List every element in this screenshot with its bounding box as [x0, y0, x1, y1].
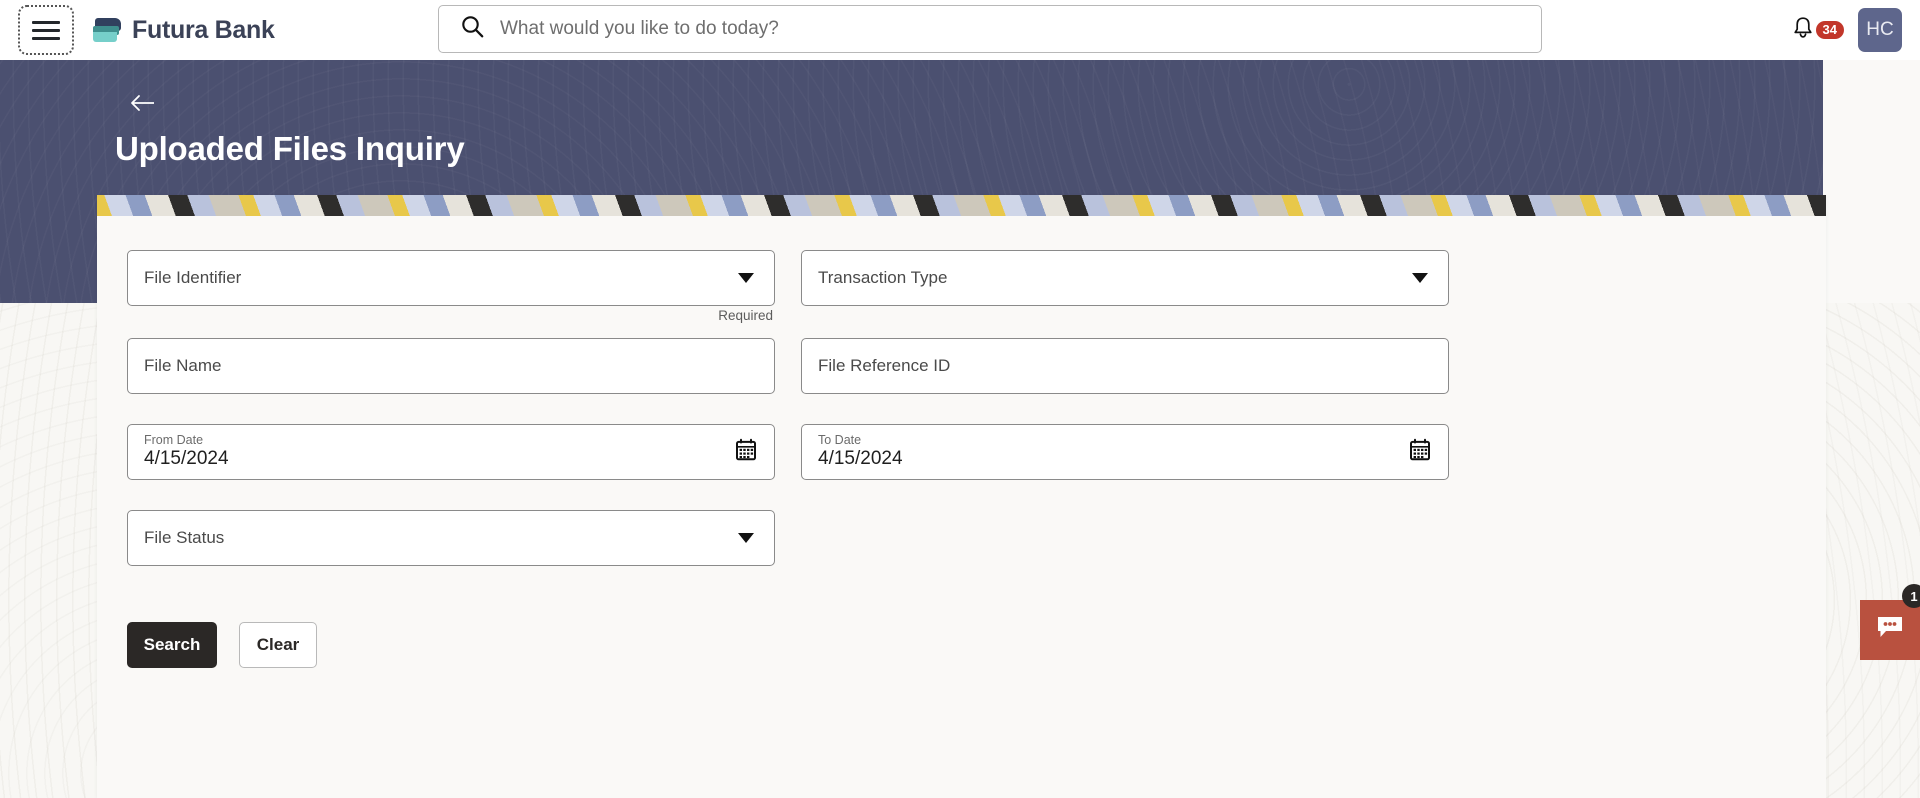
chat-bubble-icon — [1875, 615, 1905, 646]
chevron-down-icon — [1412, 273, 1428, 283]
card-decorative-strip — [97, 195, 1826, 216]
form-row-1: File Identifier Required Transaction Typ… — [127, 250, 1796, 323]
search-icon — [461, 15, 484, 43]
brand[interactable]: Futura Bank — [92, 16, 275, 45]
transaction-type-select[interactable]: Transaction Type — [801, 250, 1449, 306]
form-col-to-date: To Date 4/15/2024 — [801, 424, 1449, 480]
search-input[interactable] — [498, 17, 1527, 41]
clear-button[interactable]: Clear — [239, 622, 317, 668]
form-col-empty — [801, 510, 1449, 566]
chevron-down-icon — [738, 533, 754, 543]
bell-icon — [1792, 16, 1814, 45]
page-title: Uploaded Files Inquiry — [115, 130, 465, 167]
form-col-file-reference-id: File Reference ID — [801, 338, 1449, 394]
notification-count-badge: 34 — [1815, 21, 1844, 39]
hamburger-bar — [32, 20, 60, 24]
header-actions: 34 HC — [1792, 0, 1902, 60]
from-date-value: 4/15/2024 — [144, 447, 229, 469]
file-status-label: File Status — [144, 528, 225, 547]
file-name-label: File Name — [144, 356, 222, 375]
search-button[interactable]: Search — [127, 622, 217, 668]
to-date-input[interactable]: To Date 4/15/2024 — [801, 424, 1449, 480]
inquiry-card: File Identifier Required Transaction Typ… — [97, 195, 1826, 798]
file-identifier-select[interactable]: File Identifier — [127, 250, 775, 306]
calendar-icon[interactable] — [734, 438, 758, 467]
avatar[interactable]: HC — [1858, 8, 1902, 52]
file-identifier-required-text: Required — [718, 308, 773, 323]
from-date-label: From Date — [144, 433, 204, 447]
notifications-button[interactable]: 34 — [1792, 16, 1844, 45]
form-col-transaction-type: Transaction Type — [801, 250, 1449, 306]
file-status-select[interactable]: File Status — [127, 510, 775, 566]
form-col-file-name: File Name — [127, 338, 775, 394]
form-col-from-date: From Date 4/15/2024 — [127, 424, 775, 480]
inquiry-form: File Identifier Required Transaction Typ… — [97, 216, 1826, 668]
transaction-type-label: Transaction Type — [818, 268, 948, 287]
form-row-2: File Name File Reference ID — [127, 338, 1796, 394]
to-date-value: 4/15/2024 — [818, 447, 903, 469]
form-actions: Search Clear — [127, 622, 1796, 668]
file-reference-id-input[interactable]: File Reference ID — [801, 338, 1449, 394]
back-arrow-icon[interactable] — [120, 88, 166, 118]
brand-name: Futura Bank — [132, 15, 275, 44]
form-row-4: File Status — [127, 510, 1796, 566]
app-header: Futura Bank 34 HC — [0, 0, 1920, 60]
chevron-down-icon — [738, 273, 754, 283]
file-identifier-label: File Identifier — [144, 268, 242, 287]
to-date-label: To Date — [818, 433, 862, 447]
global-search[interactable] — [438, 5, 1542, 53]
file-name-input[interactable]: File Name — [127, 338, 775, 394]
form-row-3: From Date 4/15/2024 To Date 4/15/2024 — [127, 424, 1796, 480]
form-col-file-status: File Status — [127, 510, 775, 566]
calendar-icon[interactable] — [1408, 438, 1432, 467]
chat-widget-button[interactable]: 1 — [1860, 584, 1920, 660]
file-reference-id-label: File Reference ID — [818, 356, 951, 375]
futura-bank-card-logo-icon — [92, 16, 122, 44]
hamburger-menu-icon[interactable] — [18, 5, 74, 55]
chat-unread-badge: 1 — [1902, 584, 1920, 608]
form-col-file-identifier: File Identifier Required — [127, 250, 775, 323]
hamburger-bar — [32, 36, 60, 40]
from-date-input[interactable]: From Date 4/15/2024 — [127, 424, 775, 480]
hamburger-bar — [32, 28, 60, 32]
